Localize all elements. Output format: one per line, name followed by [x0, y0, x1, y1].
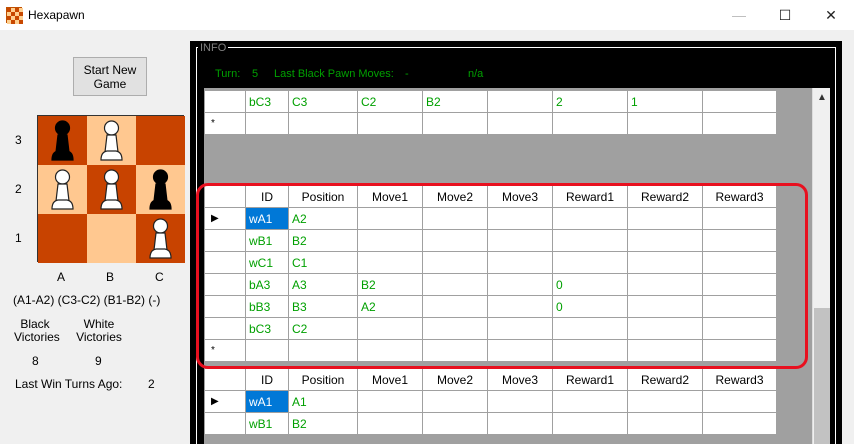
rank-label-1: 1 — [15, 231, 22, 245]
grid-cell[interactable] — [487, 112, 553, 135]
scroll-thumb[interactable] — [814, 308, 830, 444]
grid-cell[interactable] — [487, 90, 553, 113]
table-row[interactable]: * — [204, 112, 777, 135]
column-header[interactable]: Move3 — [487, 368, 553, 391]
black-victories-label: Black Victories — [14, 317, 60, 344]
table-row[interactable]: bC3 C3 C2 B2 2 1 — [204, 90, 777, 113]
close-icon: ✕ — [825, 6, 837, 23]
grid-cell[interactable] — [702, 412, 777, 435]
window-title: Hexapawn — [28, 8, 85, 22]
column-header[interactable]: ID — [245, 368, 289, 391]
grid-cell[interactable] — [552, 412, 628, 435]
vertical-scrollbar[interactable]: ▲ — [812, 88, 830, 444]
rank-label-3: 3 — [15, 133, 22, 147]
column-header[interactable]: Move1 — [357, 368, 423, 391]
board-square[interactable] — [38, 165, 87, 214]
maximize-button[interactable]: ☐ — [762, 0, 808, 30]
row-header[interactable] — [204, 90, 246, 113]
pawn-grid-top[interactable]: bC3 C3 C2 B2 2 1 * — [204, 90, 777, 135]
move-history: (A1-A2) (C3-C2) (B1-B2) (-) — [13, 293, 161, 307]
grid-cell[interactable] — [422, 390, 488, 413]
rank-label-2: 2 — [15, 182, 22, 196]
last-win-value: 2 — [148, 377, 155, 391]
minimize-button[interactable]: — — [716, 0, 762, 30]
column-header[interactable]: Reward3 — [702, 368, 777, 391]
grid-cell[interactable] — [627, 412, 703, 435]
grid-cell[interactable] — [288, 112, 358, 135]
column-header[interactable]: Move2 — [422, 368, 488, 391]
grid-cell[interactable] — [487, 390, 553, 413]
hexapawn-window: Hexapawn — ☐ ✕ Start New Game 3 2 1 A B … — [0, 0, 854, 444]
white-victories-value: 9 — [95, 354, 102, 368]
grid-cell[interactable] — [627, 390, 703, 413]
column-header[interactable]: Reward1 — [552, 368, 628, 391]
turn-value: 5 — [252, 68, 259, 80]
grid-cell[interactable] — [357, 112, 423, 135]
start-new-game-button[interactable]: Start New Game — [73, 57, 147, 96]
grid-cell[interactable] — [487, 412, 553, 435]
maximize-icon: ☐ — [778, 6, 792, 23]
grid-cell[interactable] — [422, 412, 488, 435]
grid-cell[interactable] — [702, 90, 777, 113]
last-moves-value: - — [405, 68, 409, 80]
grid-cell[interactable]: C3 — [288, 90, 358, 113]
grid-cell[interactable]: bC3 — [245, 90, 289, 113]
grid-cell[interactable]: wA1 — [245, 390, 289, 413]
board-square[interactable] — [87, 116, 136, 165]
board-square[interactable] — [87, 165, 136, 214]
highlight-box — [196, 183, 808, 369]
table-row[interactable]: wB1 B2 — [204, 412, 777, 435]
table-row[interactable]: ▶ wA1 A1 — [204, 390, 777, 413]
row-header[interactable] — [204, 412, 246, 435]
grid-cell[interactable] — [702, 112, 777, 135]
board-square[interactable] — [136, 214, 185, 263]
na-label: n/a — [468, 68, 484, 80]
row-header[interactable]: * — [204, 112, 246, 135]
grid-cell[interactable] — [357, 412, 423, 435]
grid-cell[interactable]: B2 — [422, 90, 488, 113]
board-square[interactable] — [38, 116, 87, 165]
minimize-icon: — — [732, 7, 746, 23]
grid-cell[interactable]: C2 — [357, 90, 423, 113]
checkerboard-icon — [6, 7, 23, 24]
game-board — [37, 115, 185, 263]
grid-cell[interactable]: 1 — [627, 90, 703, 113]
grid-cell[interactable] — [422, 112, 488, 135]
black-victories-value: 8 — [32, 354, 39, 368]
last-win-label: Last Win Turns Ago: — [15, 377, 123, 391]
board-square[interactable] — [38, 214, 87, 263]
turn-label: Turn: — [215, 68, 241, 80]
last-moves-label: Last Black Pawn Moves: — [274, 68, 394, 80]
grid-cell[interactable] — [245, 112, 289, 135]
info-legend: INFO — [198, 42, 229, 54]
board-square[interactable] — [136, 116, 185, 165]
scroll-up-icon[interactable]: ▲ — [817, 92, 827, 103]
grid-cell[interactable] — [357, 390, 423, 413]
board-square[interactable] — [87, 214, 136, 263]
board-square[interactable] — [136, 165, 185, 214]
file-label-a: A — [57, 270, 66, 284]
close-button[interactable]: ✕ — [808, 0, 854, 30]
grid-cell[interactable] — [552, 112, 628, 135]
column-header[interactable]: Reward2 — [627, 368, 703, 391]
row-header[interactable]: ▶ — [204, 390, 246, 413]
column-header[interactable]: Position — [288, 368, 358, 391]
grid-cell[interactable]: B2 — [288, 412, 358, 435]
pawn-grid-bottom[interactable]: ID Position Move1 Move2 Move3 Reward1 Reward2 R… — [204, 368, 777, 435]
grid-cell[interactable] — [702, 390, 777, 413]
grid-cell[interactable]: A1 — [288, 390, 358, 413]
file-label-b: B — [106, 270, 115, 284]
grid-cell[interactable] — [552, 390, 628, 413]
file-label-c: C — [155, 270, 164, 284]
grid-cell[interactable]: wB1 — [245, 412, 289, 435]
title-bar: Hexapawn — ☐ ✕ — [0, 0, 854, 30]
white-victories-label: White Victories — [76, 317, 122, 344]
grid-cell[interactable]: 2 — [552, 90, 628, 113]
grid-cell[interactable] — [627, 112, 703, 135]
grid-corner — [204, 368, 246, 391]
grid-header-row: ID Position Move1 Move2 Move3 Reward1 Reward2 R… — [204, 368, 777, 391]
